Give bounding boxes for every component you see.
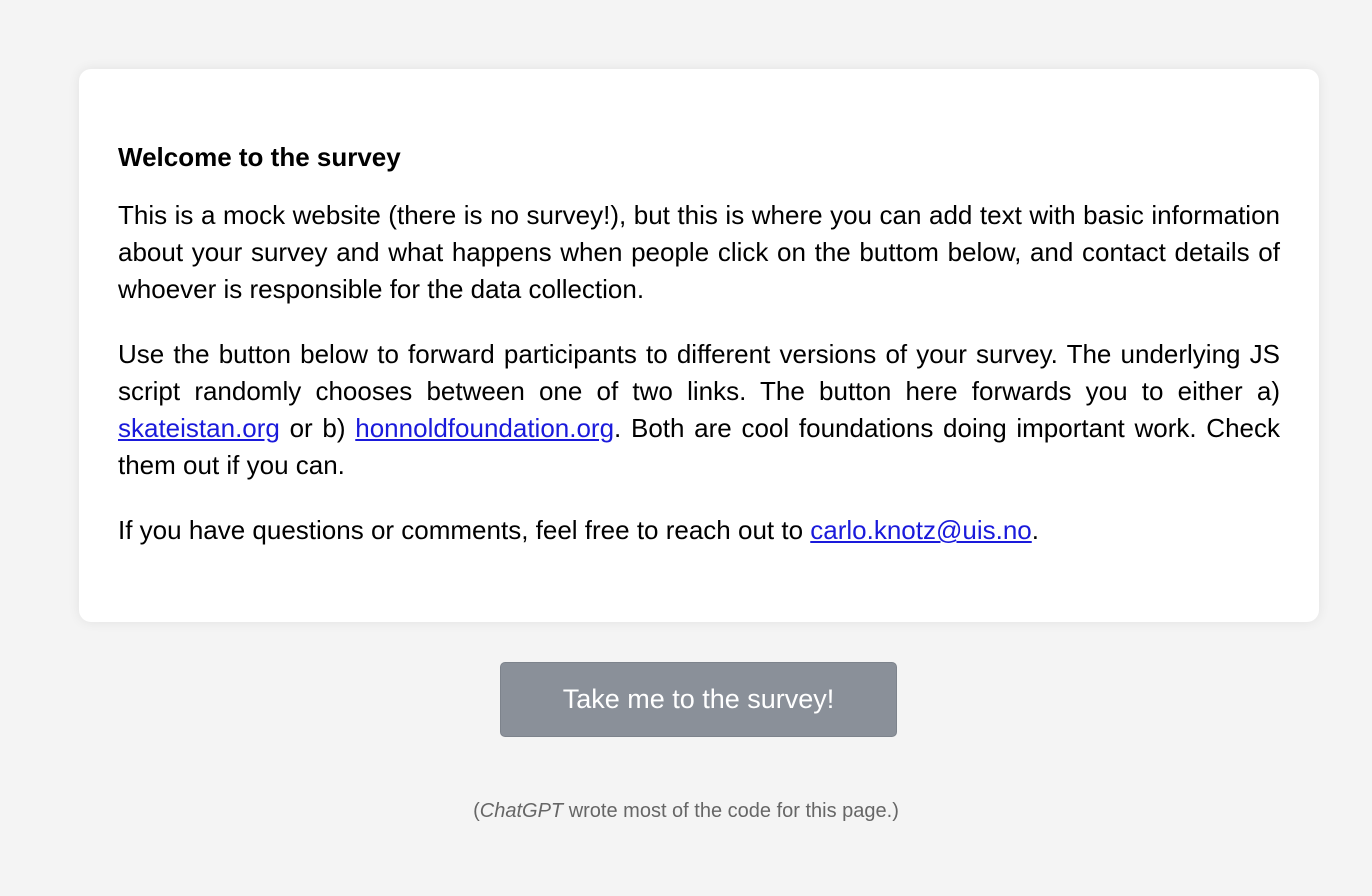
chatgpt-text: ChatGPT: [479, 800, 564, 822]
text: wrote most of the code for this page.): [563, 800, 899, 822]
text: .: [1031, 515, 1039, 545]
instructions-paragraph: Use the button below to forward particip…: [118, 336, 1280, 484]
contact-paragraph: If you have questions or comments, feel …: [118, 512, 1280, 549]
take-survey-button[interactable]: Take me to the survey!: [500, 662, 897, 737]
skateistan-link[interactable]: skateistan.org: [118, 413, 280, 443]
text: If you have questions or comments, feel …: [118, 515, 811, 545]
text: (: [473, 800, 480, 822]
page-title: Welcome to the survey: [118, 142, 401, 172]
honnold-link[interactable]: honnoldfoundation.org: [355, 413, 614, 443]
intro-card: Welcome to the survey This is a mock web…: [79, 69, 1319, 622]
text: or b): [279, 413, 356, 443]
text: Use the button below to forward particip…: [118, 339, 1280, 406]
intro-paragraph: This is a mock website (there is no surv…: [118, 200, 1280, 304]
email-link[interactable]: carlo.knotz@uis.no: [810, 515, 1032, 545]
footer-note: (ChatGPT wrote most of the code for this…: [0, 800, 1372, 823]
